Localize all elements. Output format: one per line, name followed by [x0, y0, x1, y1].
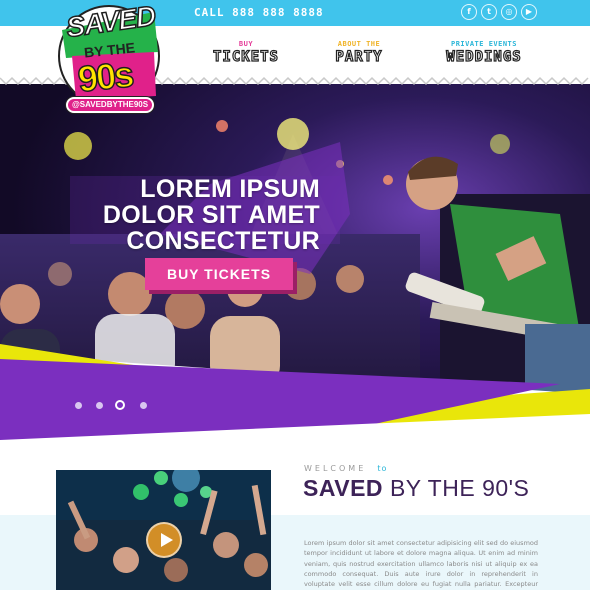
- nav-private-events-sub: PRIVATE EVENTS: [450, 40, 517, 48]
- hero-background: [0, 84, 590, 440]
- welcome-word: WELCOME: [304, 464, 367, 473]
- hero-banner: LOREM IPSUM DOLOR SIT AMET CONSECTETUR B…: [0, 84, 590, 440]
- hero-headline-line-3: CONSECTETUR: [126, 227, 320, 255]
- slide-dot-2[interactable]: [96, 402, 103, 409]
- party-video-thumbnail[interactable]: [56, 470, 271, 590]
- slide-dot-3-active[interactable]: [115, 400, 125, 410]
- nav-about-party-label: PARTY: [335, 48, 383, 65]
- facebook-icon[interactable]: f: [461, 4, 477, 20]
- section-title-bold: SAVED: [303, 475, 384, 501]
- hero-headline: LOREM IPSUM DOLOR SIT AMET CONSECTETUR: [60, 176, 320, 254]
- nav-about-party-sub: ABOUT THE: [337, 40, 381, 48]
- hero-headline-line-1: LOREM IPSUM: [140, 175, 320, 203]
- logo-90s-text: 90s: [75, 53, 135, 101]
- slide-dot-1[interactable]: [75, 402, 82, 409]
- section-body-text: Lorem ipsum dolor sit amet consectetur a…: [304, 539, 538, 589]
- slide-dot-4[interactable]: [140, 402, 147, 409]
- youtube-icon[interactable]: ▶: [521, 4, 537, 20]
- section-title-rest: BY THE 90'S: [389, 475, 530, 501]
- instagram-icon[interactable]: ◎: [501, 4, 517, 20]
- nav-buy-tickets[interactable]: BUY TICKETS: [198, 40, 294, 66]
- hero-headline-line-2: DOLOR SIT AMET: [102, 201, 320, 229]
- logo-handle-badge: @SAVEDBYTHE90S: [66, 97, 154, 113]
- nav-buy-tickets-sub: BUY: [238, 40, 254, 48]
- nav-buy-tickets-label: TICKETS: [212, 48, 279, 65]
- nav-weddings-label: WEDDINGS: [446, 48, 522, 65]
- play-icon[interactable]: [146, 522, 182, 558]
- buy-tickets-button[interactable]: BUY TICKETS: [145, 258, 293, 290]
- call-phone-number[interactable]: CALL 888 888 8888: [194, 6, 324, 19]
- section-title: SAVED BY THE 90'S: [303, 475, 529, 502]
- welcome-label: WELCOME to: [304, 464, 387, 473]
- site-logo[interactable]: SAVED BY THE 90s @SAVEDBYTHE90S: [54, 0, 164, 122]
- nav-private-events[interactable]: PRIVATE EVENTS WEDDINGS: [428, 40, 540, 66]
- nav-about-party[interactable]: ABOUT THE PARTY: [322, 40, 396, 66]
- welcome-to: to: [377, 464, 388, 473]
- twitter-icon[interactable]: t: [481, 4, 497, 20]
